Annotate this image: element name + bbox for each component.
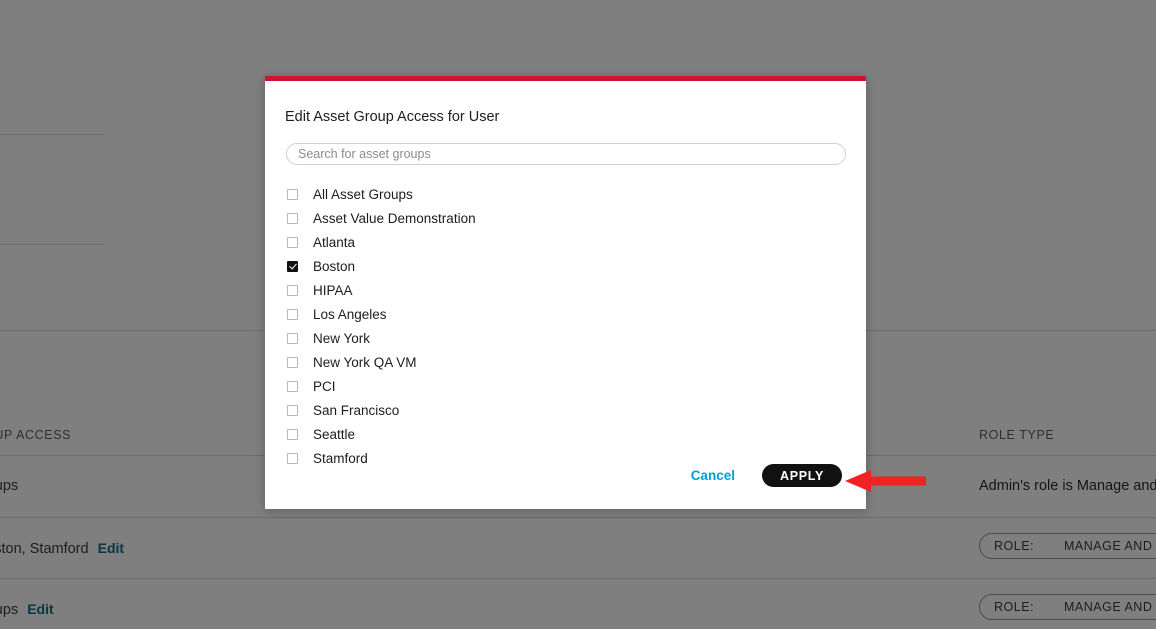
edit-asset-group-access-dialog: Edit Asset Group Access for User All Ass… (265, 76, 866, 509)
asset-group-label: Seattle (313, 426, 356, 442)
asset-group-item-new-york[interactable]: New York (287, 326, 847, 350)
asset-group-item-boston[interactable]: Boston (287, 254, 847, 278)
apply-button[interactable]: APPLY (761, 464, 842, 487)
asset-group-label: Stamford (313, 450, 368, 466)
modal-body: Edit Asset Group Access for User All Ass… (265, 81, 866, 470)
asset-group-label: New York (313, 330, 371, 346)
asset-group-label: PCI (313, 378, 336, 394)
cancel-button[interactable]: Cancel (691, 468, 735, 483)
asset-group-item-new-york-qa-vm[interactable]: New York QA VM (287, 350, 847, 374)
asset-group-label: New York QA VM (313, 354, 417, 370)
checkbox-icon[interactable] (287, 428, 298, 440)
checkbox-icon[interactable] (287, 356, 298, 368)
asset-group-label: San Francisco (313, 402, 400, 418)
asset-group-label: Los Angeles (313, 306, 387, 322)
checkbox-icon[interactable] (287, 380, 298, 392)
checkbox-icon[interactable] (287, 452, 298, 464)
dialog-title: Edit Asset Group Access for User (285, 109, 500, 125)
checkbox-icon[interactable] (287, 308, 298, 320)
asset-group-label: HIPAA (313, 282, 353, 298)
asset-group-item-los-angeles[interactable]: Los Angeles (287, 302, 847, 326)
asset-group-item-san-francisco[interactable]: San Francisco (287, 398, 847, 422)
checkbox-icon[interactable] (287, 284, 298, 296)
checkbox-checked-icon[interactable] (287, 260, 298, 272)
checkbox-icon[interactable] (287, 236, 298, 248)
asset-group-item-hipaa[interactable]: HIPAA (287, 278, 847, 302)
asset-group-label: Boston (313, 258, 356, 274)
asset-group-item-all-asset-groups[interactable]: All Asset Groups (287, 182, 847, 206)
asset-group-list: All Asset Groups Asset Value Demonstratio… (287, 182, 847, 470)
dialog-footer: Cancel APPLY (691, 464, 842, 487)
checkbox-icon[interactable] (287, 332, 298, 344)
asset-group-item-asset-value-demonstration[interactable]: Asset Value Demonstration (287, 206, 847, 230)
asset-group-item-pci[interactable]: PCI (287, 374, 847, 398)
checkbox-icon[interactable] (287, 404, 298, 416)
asset-group-label: All Asset Groups (313, 186, 413, 202)
asset-group-label: Atlanta (313, 234, 356, 250)
asset-group-item-seattle[interactable]: Seattle (287, 422, 847, 446)
checkbox-icon[interactable] (287, 188, 298, 200)
asset-group-item-atlanta[interactable]: Atlanta (287, 230, 847, 254)
checkbox-icon[interactable] (287, 212, 298, 224)
asset-group-label: Asset Value Demonstration (313, 210, 476, 226)
search-input[interactable] (286, 143, 846, 165)
